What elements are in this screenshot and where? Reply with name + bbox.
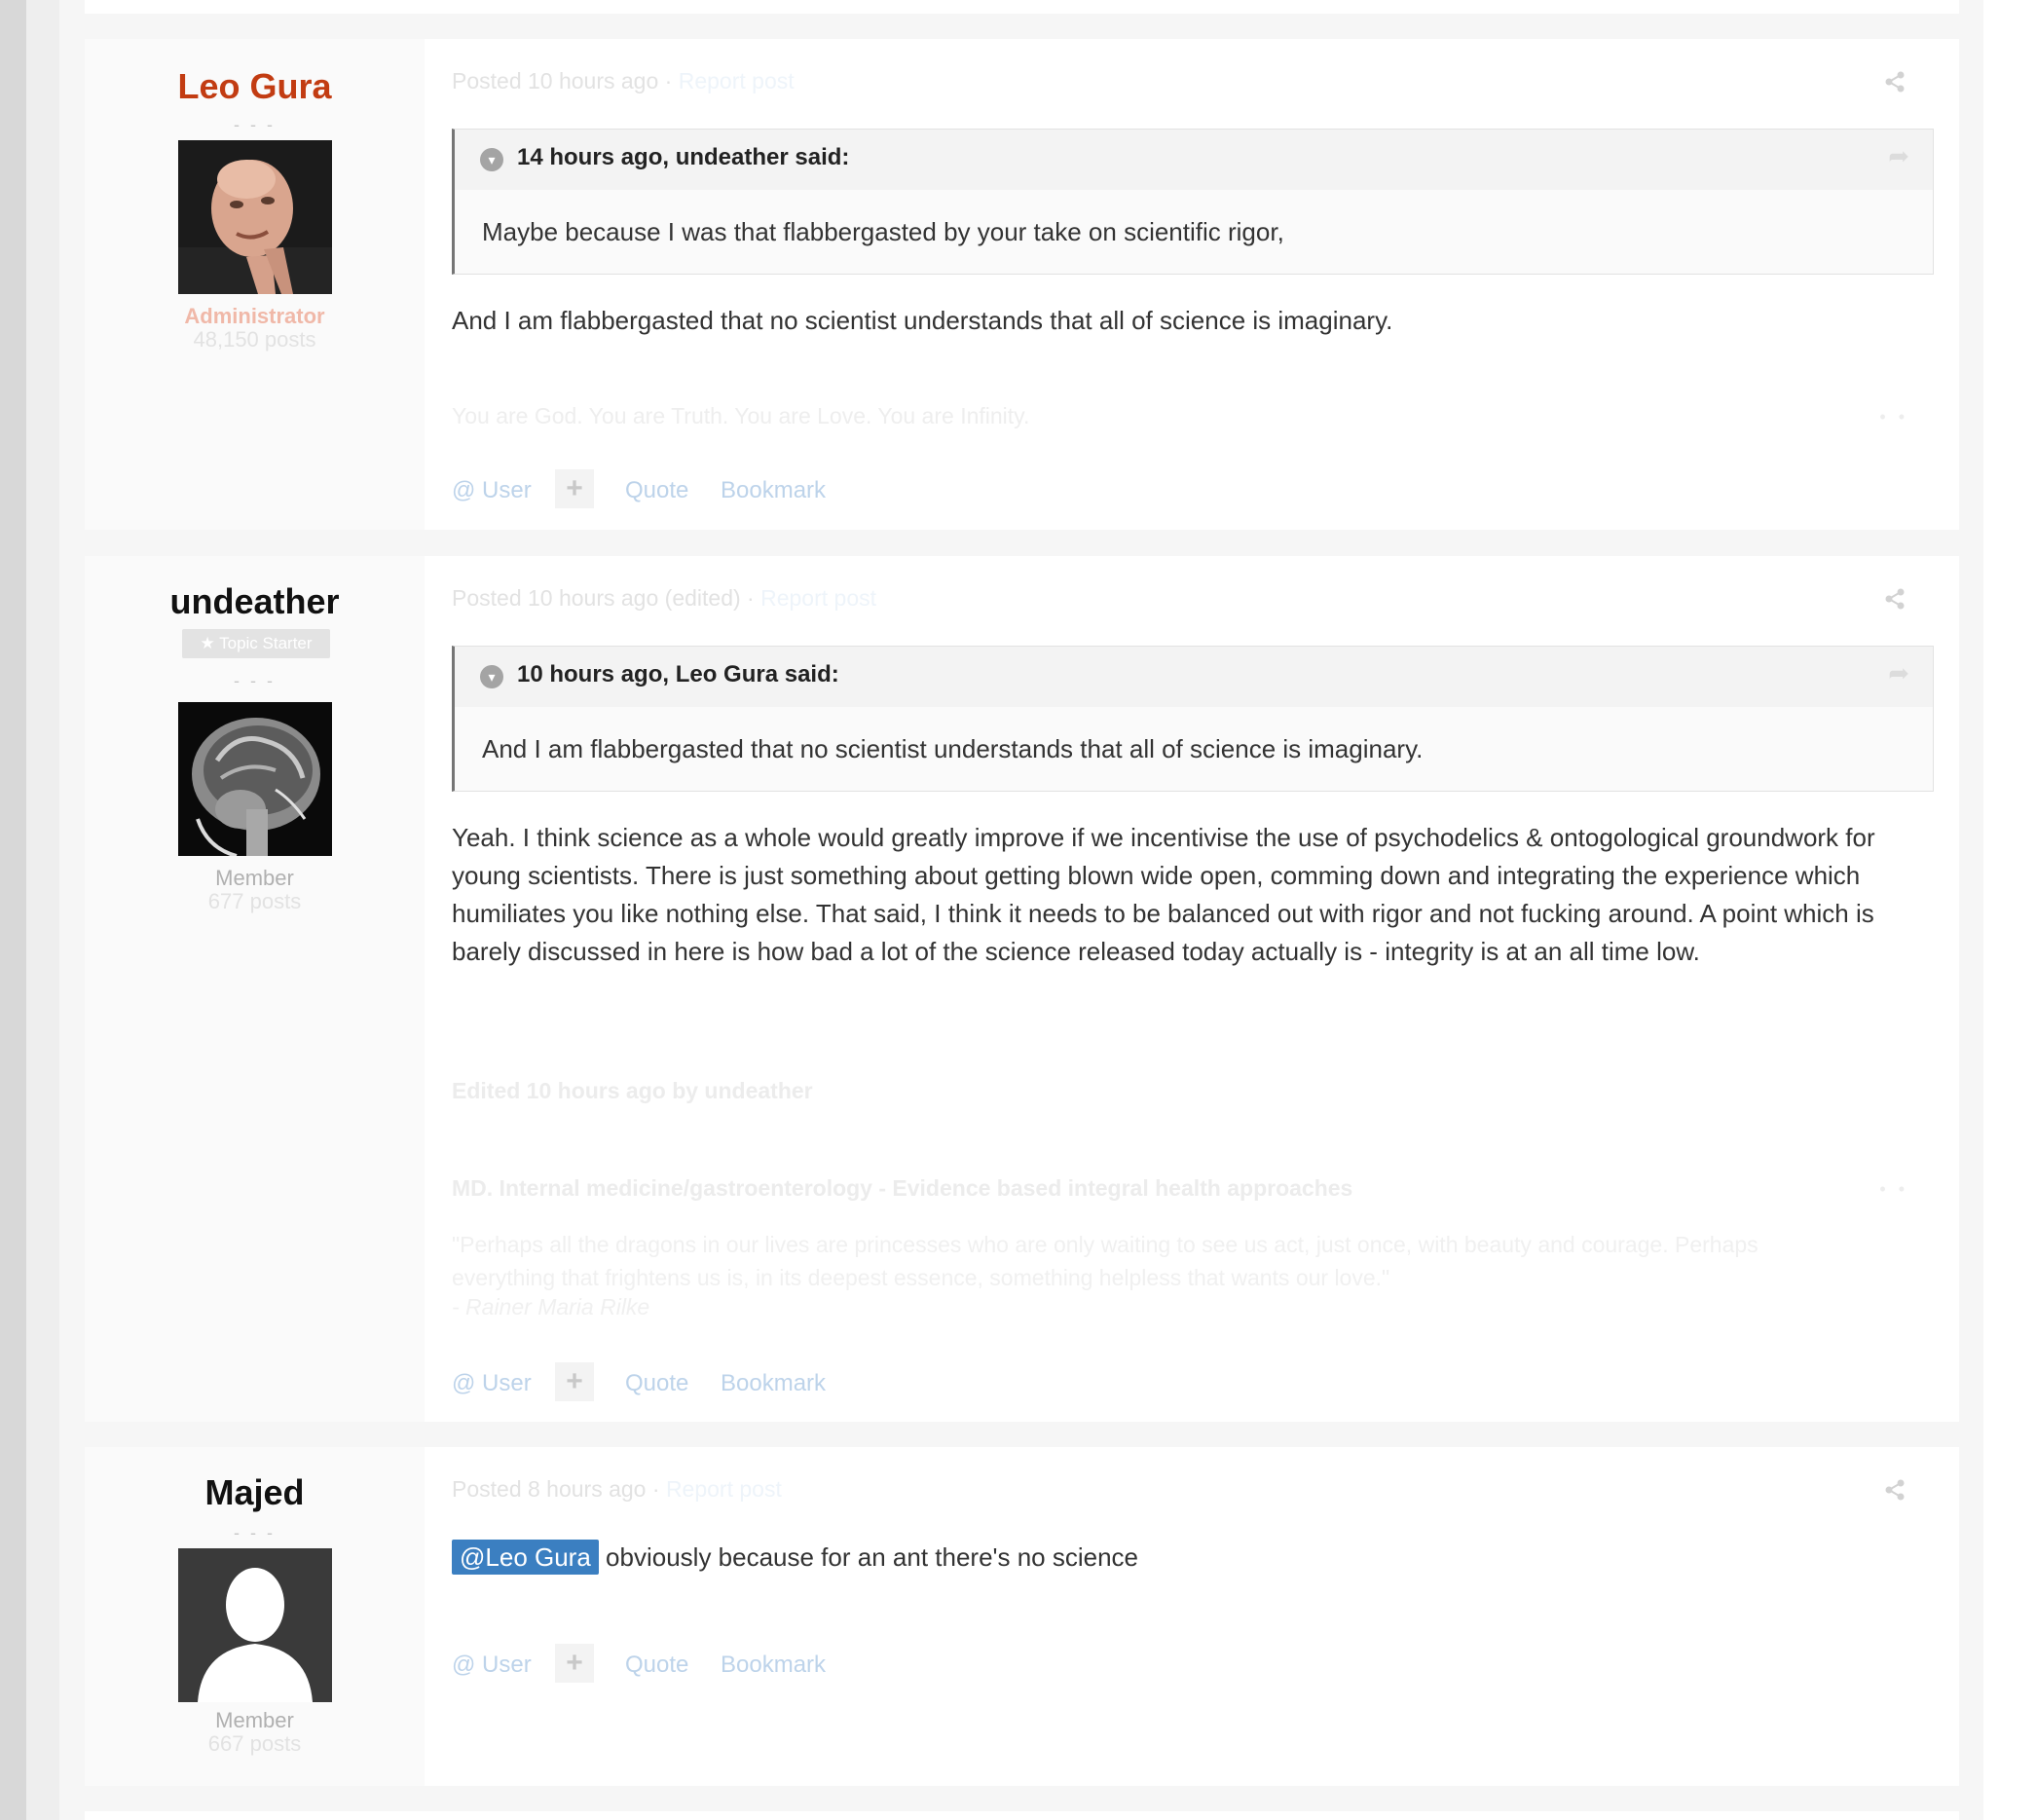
author-role: Administrator (184, 304, 325, 328)
quote-text: And I am flabbergasted that no scientist… (482, 734, 1424, 763)
bookmark-button[interactable]: Bookmark (721, 477, 826, 504)
posted-time[interactable]: Posted 10 hours ago (edited) (452, 585, 741, 611)
quote-button[interactable]: Quote (625, 1370, 688, 1397)
report-post-link[interactable]: Report post (666, 1476, 782, 1502)
post-meta: Posted 10 hours ago (edited) · Report po… (452, 585, 876, 612)
quote-header: ▾ 10 hours ago, Leo Gura said: ➦ (455, 647, 1933, 707)
post-controls: @ User + Quote Bookmark (452, 1362, 939, 1409)
author-rank-dashes: - - - (234, 115, 276, 134)
author-panel: Leo Gura - - - Administrator 48,150 post… (85, 39, 425, 530)
quote-citation: 14 hours ago, undeather said: (517, 144, 850, 170)
avatar[interactable] (178, 1548, 332, 1702)
posted-time[interactable]: Posted 8 hours ago (452, 1476, 646, 1502)
author-role: Member (215, 866, 294, 890)
author-rank-dashes: - - - (234, 1523, 276, 1542)
report-post-link[interactable]: Report post (679, 68, 795, 93)
mention-link[interactable]: @Leo Gura (452, 1540, 599, 1575)
meta-separator: · (664, 68, 673, 93)
right-gutter (1983, 0, 2036, 1820)
post-content: Posted 10 hours ago · Report post ▾ 14 h… (452, 39, 1934, 530)
posted-time[interactable]: Posted 10 hours ago (452, 68, 658, 93)
mention-user-button[interactable]: @ User (452, 477, 532, 504)
plus-icon[interactable]: + (555, 1362, 594, 1401)
quote-button[interactable]: Quote (625, 1652, 688, 1679)
author-panel: Majed - - - Member 667 posts (85, 1447, 425, 1786)
signature-title: MD. Internal medicine/gastroenterology -… (452, 1175, 1353, 1201)
quote-citation: 10 hours ago, Leo Gura said: (517, 661, 839, 687)
reply-arrow-icon[interactable]: ➦ (1888, 658, 1909, 688)
bookmark-button[interactable]: Bookmark (721, 1652, 826, 1679)
chevron-down-circle-icon[interactable]: ▾ (480, 665, 503, 688)
author-post-count: 677 posts (207, 889, 302, 913)
next-post-stub (85, 1811, 1959, 1820)
share-icon[interactable] (1883, 587, 1906, 616)
author-name[interactable]: Majed (85, 1472, 425, 1513)
share-icon[interactable] (1883, 70, 1906, 99)
post-content: Posted 8 hours ago · Report post @Leo Gu… (452, 1447, 1932, 1786)
post-controls: @ User + Quote Bookmark (452, 1644, 939, 1690)
signature-quote: "Perhaps all the dragons in our lives ar… (452, 1232, 1758, 1290)
post-body: And I am flabbergasted that no scientist… (452, 306, 1393, 335)
quote-block: ▾ 10 hours ago, Leo Gura said: ➦ And I a… (452, 646, 1934, 792)
author-role: Member (215, 1708, 294, 1732)
report-post-link[interactable]: Report post (760, 585, 876, 611)
post-majed: Majed - - - Member 667 posts Posted 8 ho… (85, 1447, 1959, 1786)
quote-block: ▾ 14 hours ago, undeather said: ➦ Maybe … (452, 129, 1934, 275)
post-meta: Posted 8 hours ago · Report post (452, 1476, 782, 1503)
signature-options-icon[interactable]: • • (1879, 1179, 1908, 1200)
chevron-down-circle-icon[interactable]: ▾ (480, 148, 503, 171)
author-name[interactable]: Leo Gura (85, 66, 425, 107)
topic-starter-badge: ★ Topic Starter (182, 629, 330, 658)
post-content: Posted 10 hours ago (edited) · Report po… (452, 556, 1934, 1422)
plus-icon[interactable]: + (555, 469, 594, 508)
signature: You are God. You are Truth. You are Love… (452, 403, 1030, 428)
previous-post-stub (85, 0, 1959, 14)
post-body: Yeah. I think science as a whole would g… (452, 823, 1875, 966)
edited-note: Edited 10 hours ago by undeather (452, 1078, 813, 1103)
author-post-count: 48,150 posts (193, 327, 316, 352)
meta-separator: · (747, 585, 755, 611)
post-undeather: undeather ★ Topic Starter - - - Member 6… (85, 556, 1959, 1422)
quote-button[interactable]: Quote (625, 477, 688, 504)
avatar[interactable] (178, 702, 332, 856)
mention-user-button[interactable]: @ User (452, 1652, 532, 1679)
post-body-text: obviously because for an ant there's no … (606, 1542, 1139, 1572)
signature-quote-author: - Rainer Maria Rilke (452, 1294, 650, 1319)
quote-text: Maybe because I was that flabbergasted b… (482, 217, 1284, 246)
post-body: @Leo Gura obviously because for an ant t… (452, 1539, 1912, 1577)
avatar[interactable] (178, 140, 332, 294)
reply-arrow-icon[interactable]: ➦ (1888, 141, 1909, 171)
signature-options-icon[interactable]: • • (1879, 407, 1908, 427)
post-meta: Posted 10 hours ago · Report post (452, 68, 795, 94)
bookmark-button[interactable]: Bookmark (721, 1370, 826, 1397)
author-panel: undeather ★ Topic Starter - - - Member 6… (85, 556, 425, 1422)
mention-user-button[interactable]: @ User (452, 1370, 532, 1397)
plus-icon[interactable]: + (555, 1644, 594, 1683)
author-name[interactable]: undeather (85, 581, 425, 622)
post-controls: @ User + Quote Bookmark (452, 469, 939, 516)
author-post-count: 667 posts (207, 1731, 302, 1756)
quote-header: ▾ 14 hours ago, undeather said: ➦ (455, 130, 1933, 190)
share-icon[interactable] (1883, 1478, 1906, 1507)
post-leo-gura: Leo Gura - - - Administrator 48,150 post… (85, 39, 1959, 530)
meta-separator: · (651, 1476, 660, 1502)
author-rank-dashes: - - - (234, 671, 276, 690)
